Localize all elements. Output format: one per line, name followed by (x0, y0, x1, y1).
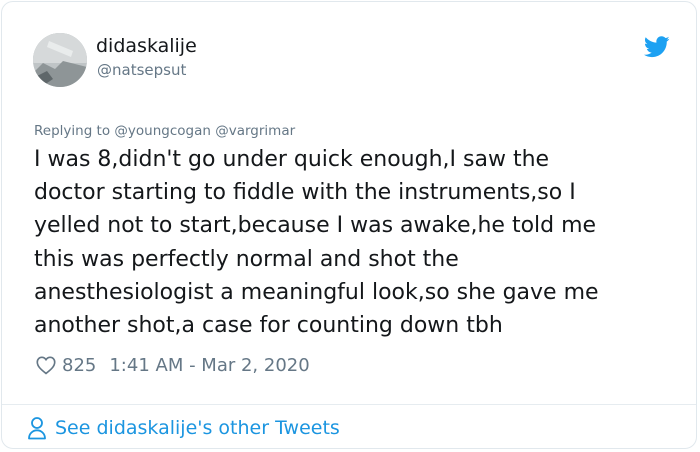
tweet-text: I was 8,didn't go under quick enough,I s… (34, 143, 679, 342)
avatar[interactable] (33, 33, 87, 87)
divider (2, 404, 696, 405)
twitter-bird-icon[interactable] (644, 36, 670, 58)
tweet-text-line: doctor starting to fiddle with the instr… (34, 180, 576, 206)
mention-link[interactable]: @youngcogan (114, 123, 211, 139)
like-count[interactable]: 825 (62, 355, 96, 376)
person-icon (28, 417, 46, 440)
mention-link[interactable]: @vargrimar (215, 123, 295, 139)
tweet-card: didaskalije @natsepsut Replying to @youn… (1, 1, 697, 449)
avatar-image (33, 33, 87, 87)
replying-to: Replying to @youngcogan @vargrimar (34, 123, 295, 139)
tweet-text-line: yelled not to start,because I was awake,… (34, 213, 597, 239)
tweet-text-line: another shot,a case for counting down tb… (34, 313, 503, 339)
tweet-text-line: I was 8,didn't go under quick enough,I s… (34, 147, 550, 172)
tweet-meta: 825 1:41 AM - Mar 2, 2020 (35, 352, 310, 378)
see-other-tweets-label: See didaskalije's other Tweets (55, 417, 340, 439)
author-display-name[interactable]: didaskalije (96, 35, 197, 57)
replying-to-label: Replying to (34, 123, 111, 139)
see-other-tweets-link[interactable]: See didaskalije's other Tweets (27, 416, 340, 440)
tweet-text-line: this was perfectly normal and shot the (34, 246, 459, 272)
heart-icon[interactable] (35, 354, 57, 376)
timestamp[interactable]: 1:41 AM - Mar 2, 2020 (109, 355, 309, 376)
author-handle[interactable]: @natsepsut (97, 61, 186, 79)
tweet-text-line: anesthesiologist a meaningful look,so sh… (34, 279, 599, 305)
